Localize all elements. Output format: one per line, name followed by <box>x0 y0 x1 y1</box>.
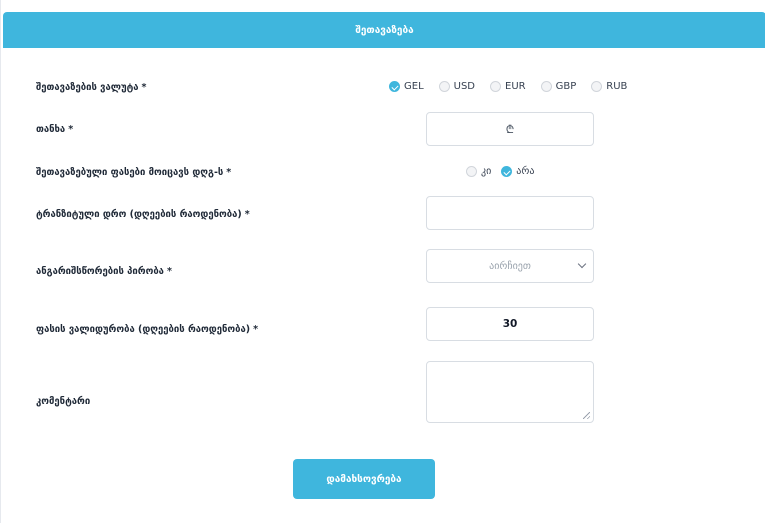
radio-icon <box>490 81 502 92</box>
radio-checked-icon <box>389 81 400 92</box>
price-validity-input[interactable]: 30 <box>426 307 594 341</box>
currency-radio-gbp[interactable]: GBP <box>540 81 576 92</box>
lari-sign: ₾ <box>505 122 515 136</box>
vat-radio-no[interactable]: არა <box>501 166 534 177</box>
comment-label: კომენტარი <box>36 396 91 407</box>
currency-radio-rub[interactable]: RUB <box>591 81 627 92</box>
radio-checked-icon <box>501 166 513 177</box>
chevron-down-icon <box>577 259 587 269</box>
transit-time-label: ტრანზიტული დრო (დღეების რაოდენობა) * <box>36 209 250 220</box>
vat-radio-yes[interactable]: კი <box>466 166 491 177</box>
radio-icon <box>591 81 603 92</box>
currency-label: შეთავაზების ვალუტა * <box>36 82 147 93</box>
payment-terms-label: ანგარიშსწორების პირობა * <box>36 266 172 277</box>
currency-radio-eur[interactable]: EUR <box>490 81 526 92</box>
panel-header: შეთავაზება <box>3 12 765 48</box>
radio-icon <box>540 81 552 92</box>
currency-radio-group: GEL USD EUR GBP RUB <box>389 81 642 92</box>
vat-radio-group: კი არა <box>466 166 549 177</box>
currency-radio-gel[interactable]: GEL <box>389 81 424 92</box>
price-validity-label: ფასის ვალიდურობა (დღეების რაოდენობა) * <box>36 324 259 335</box>
panel-title: შეთავაზება <box>355 24 414 36</box>
save-button[interactable]: დამახსოვრება <box>293 459 435 499</box>
amount-label: თანხა * <box>36 124 74 135</box>
vat-label: შეთავაზებული ფასები მოიცავს დღგ-ს * <box>36 167 232 178</box>
radio-icon <box>438 81 450 92</box>
offer-panel: შეთავაზება შეთავაზების ვალუტა * GEL USD E… <box>0 0 765 523</box>
currency-radio-usd[interactable]: USD <box>438 81 475 92</box>
radio-icon <box>466 166 477 177</box>
transit-time-input[interactable] <box>426 196 594 230</box>
resize-handle-icon[interactable] <box>583 412 590 419</box>
payment-terms-select[interactable]: აირჩიეთ <box>426 249 594 283</box>
amount-input[interactable]: ₾ <box>426 112 594 146</box>
comment-textarea[interactable] <box>426 361 594 423</box>
